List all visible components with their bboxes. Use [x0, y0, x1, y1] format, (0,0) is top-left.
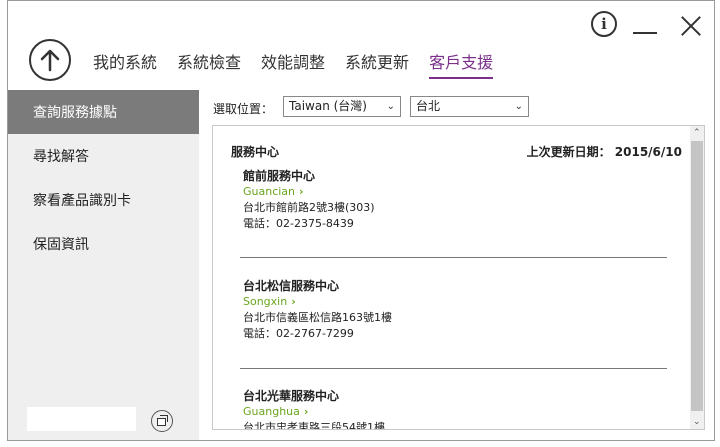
sidebar-item-warranty[interactable]: 保固資訊	[8, 222, 199, 266]
country-value: Taiwan (台灣)	[289, 99, 367, 113]
tab-system-check[interactable]: 系統檢查	[177, 49, 241, 79]
divider	[240, 368, 667, 369]
center-map-link[interactable]: Guancian ›	[243, 184, 375, 200]
service-center-item: 台北光華服務中心 Guanghua › 台北市忠孝東路三段54號1樓	[243, 388, 385, 430]
center-name: 台北松信服務中心	[243, 279, 340, 293]
back-arrow-icon[interactable]	[29, 39, 71, 81]
tab-system-update[interactable]: 系統更新	[345, 49, 409, 79]
center-name: 館前服務中心	[243, 169, 316, 183]
chevron-right-icon: ›	[303, 405, 309, 418]
sidebar-item-find-answers[interactable]: 尋找解答	[8, 134, 199, 178]
tab-performance[interactable]: 效能調整	[261, 49, 325, 79]
tab-my-system[interactable]: 我的系統	[93, 49, 157, 79]
service-center-panel: 服務中心 上次更新日期： 2015/6/10 館前服務中心 Guancian › …	[212, 125, 705, 430]
service-center-item: 台北松信服務中心 Songxin › 台北市信義區松信路163號1樓 電話：02-…	[243, 278, 392, 342]
tab-customer-support[interactable]: 客戶支援	[429, 49, 494, 79]
location-label: 選取位置：	[213, 102, 274, 116]
scroll-up-icon[interactable]: ⌃	[693, 128, 701, 138]
sidebar: 查詢服務據點 尋找解答 察看產品識別卡 保固資訊	[8, 90, 199, 440]
divider	[240, 257, 667, 258]
center-map-link[interactable]: Songxin ›	[243, 294, 392, 310]
chevron-down-icon: ⌄	[386, 101, 395, 112]
chevron-right-icon: ›	[299, 185, 304, 198]
center-address: 台北市館前路2號3樓(303)	[243, 201, 375, 214]
city-value: 台北	[416, 99, 441, 113]
panel-title: 服務中心	[231, 145, 280, 159]
scroll-thumb[interactable]	[691, 141, 703, 411]
center-name: 台北光華服務中心	[243, 389, 340, 403]
sidebar-footer-box	[27, 407, 136, 431]
info-icon[interactable]: i	[591, 11, 617, 37]
minimize-icon[interactable]	[633, 32, 657, 34]
last-updated: 上次更新日期： 2015/6/10	[526, 145, 682, 159]
country-select[interactable]: Taiwan (台灣) ⌄	[283, 96, 401, 117]
city-select[interactable]: 台北 ⌄	[410, 96, 529, 117]
chevron-down-icon: ⌄	[514, 101, 523, 112]
sidebar-item-product-id-card[interactable]: 察看產品識別卡	[8, 178, 199, 222]
scroll-down-icon[interactable]: ⌄	[693, 417, 701, 427]
chevron-right-icon: ›	[291, 295, 296, 308]
app-window: i 我的系統 系統檢查 效能調整 系統更新 客戶支援 查詢服務據點 尋找解答 察…	[7, 0, 715, 441]
service-center-item: 館前服務中心 Guancian › 台北市館前路2號3樓(303) 電話：02-2…	[243, 168, 375, 232]
close-icon[interactable]	[680, 15, 702, 37]
restore-window-icon[interactable]	[151, 410, 173, 432]
center-phone: 電話：02-2767-7299	[243, 327, 354, 340]
sidebar-item-service-locations[interactable]: 查詢服務據點	[8, 90, 199, 134]
center-address: 台北市信義區松信路163號1樓	[243, 311, 392, 324]
scrollbar[interactable]: ⌃ ⌄	[690, 126, 704, 429]
center-map-link[interactable]: Guanghua ›	[243, 404, 385, 420]
main-nav: 我的系統 系統檢查 效能調整 系統更新 客戶支援	[93, 49, 494, 79]
center-address: 台北市忠孝東路三段54號1樓	[243, 421, 385, 430]
center-phone: 電話：02-2375-8439	[243, 217, 354, 230]
